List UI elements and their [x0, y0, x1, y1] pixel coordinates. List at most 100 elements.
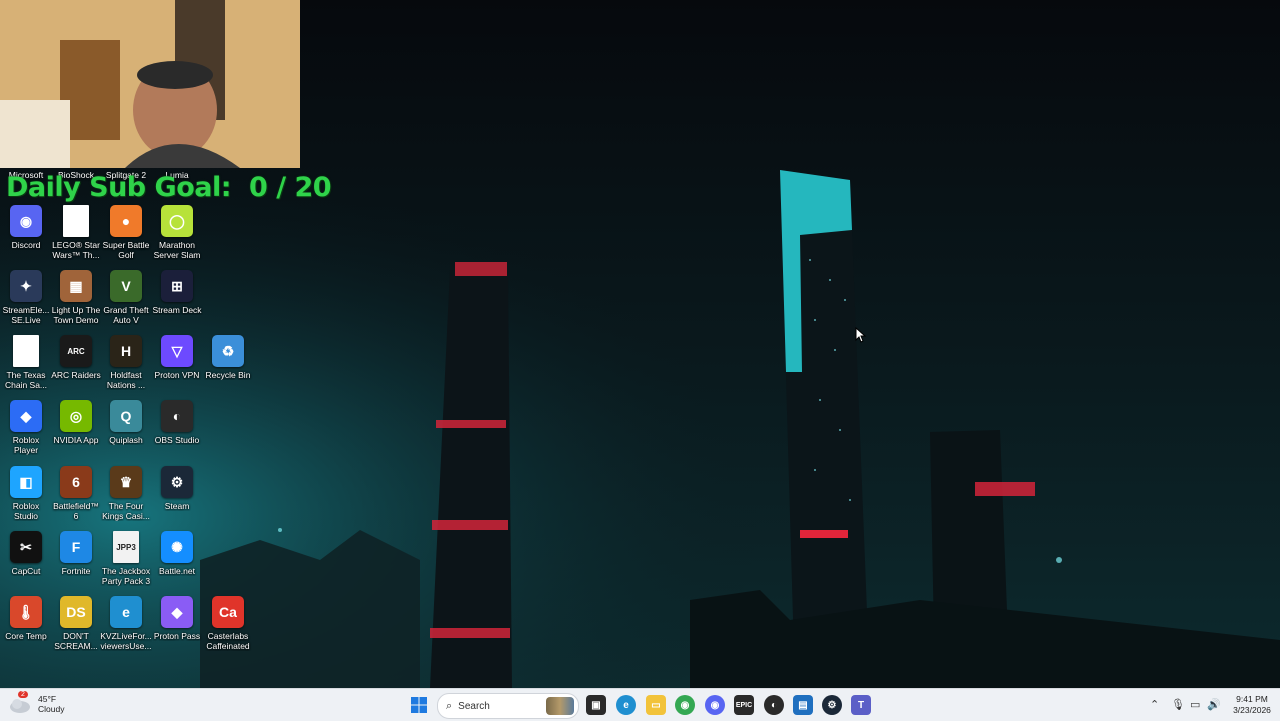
- steam-icon[interactable]: ⚙: [822, 695, 842, 715]
- weather-desc: Cloudy: [38, 704, 65, 714]
- webcam-overlay: [0, 0, 300, 168]
- file-icon: [13, 335, 39, 367]
- fortnite-icon: F: [60, 531, 92, 563]
- streamelements-icon: ✦: [10, 270, 42, 302]
- desktop-icon-label: Proton Pass: [153, 631, 201, 641]
- desktop-icon[interactable]: ARC ARC Raiders: [50, 335, 102, 380]
- dont-scream-icon: DS: [60, 596, 92, 628]
- desktop-icon[interactable]: The Texas Chain Sa...: [0, 335, 52, 390]
- desktop-icon[interactable]: 6 Battlefield™ 6: [50, 466, 102, 521]
- battlefield-icon: 6: [60, 466, 92, 498]
- desktop-icon[interactable]: JPP3 The Jackbox Party Pack 3: [100, 531, 152, 586]
- desktop-icon[interactable]: ◆ Proton Pass: [151, 596, 203, 641]
- desktop-icon-label: DON'T SCREAM...: [54, 631, 98, 651]
- battlenet-icon: ✺: [161, 531, 193, 563]
- proton-pass-icon: ◆: [161, 596, 193, 628]
- capcut-icon: ✂: [10, 531, 42, 563]
- desktop-icon-label: Core Temp: [5, 631, 47, 641]
- weather-temp: 45°F: [38, 694, 57, 704]
- desktop-icon-label: Casterlabs Caffeinated: [206, 631, 250, 651]
- mouse-cursor-icon: [855, 327, 867, 343]
- desktop-icon[interactable]: ◐ OBS Studio: [151, 400, 203, 445]
- desktop-icon[interactable]: Q Quiplash: [100, 400, 152, 445]
- marathon-icon: ◯: [161, 205, 193, 237]
- sub-goal-label: Daily Sub Goal:: [6, 172, 232, 203]
- jackbox-icon: JPP3: [113, 531, 139, 563]
- desktop-icon-label: Stream Deck: [152, 305, 202, 315]
- desktop-icon-label: Discord: [11, 240, 41, 250]
- desktop-icon[interactable]: ✂ CapCut: [0, 531, 52, 576]
- desktop-icon[interactable]: LEGO® Star Wars™ Th...: [50, 205, 102, 260]
- core-temp-icon: 🌡: [10, 596, 42, 628]
- desktop-icon[interactable]: ▦ Light Up The Town Demo: [50, 270, 102, 325]
- teams-icon[interactable]: T: [851, 695, 871, 715]
- search-placeholder: Search: [458, 700, 490, 712]
- obs-icon: ◐: [161, 400, 193, 432]
- desktop-icon[interactable]: ◉ Discord: [0, 205, 52, 250]
- microphone-icon[interactable]: 🎙: [1171, 698, 1185, 711]
- desktop-icon[interactable]: V Grand Theft Auto V: [100, 270, 152, 325]
- desktop-icon-label: Super Battle Golf: [102, 240, 150, 260]
- desktop-icon[interactable]: ▽ Proton VPN: [151, 335, 203, 380]
- desktop-icon[interactable]: Ca Casterlabs Caffeinated: [202, 596, 254, 651]
- four-kings-icon: ♛: [110, 466, 142, 498]
- roblox-icon: ◆: [10, 400, 42, 432]
- desktop-icon[interactable]: ✺ Battle.net: [151, 531, 203, 576]
- obs-icon[interactable]: ◐: [764, 695, 784, 715]
- edge-icon[interactable]: e: [616, 695, 636, 715]
- desktop-icon[interactable]: e KVZLiveFor... viewersUse...: [100, 596, 152, 651]
- desktop-icon-label: StreamEle... SE.Live: [2, 305, 50, 325]
- system-clock[interactable]: 9:41 PM 3/23/2026: [1230, 694, 1274, 716]
- desktop-icon-label: Roblox Studio: [12, 501, 40, 521]
- desktop-icon-label: Grand Theft Auto V: [103, 305, 149, 325]
- volume-icon[interactable]: 🔊: [1207, 698, 1221, 711]
- desktop-icon[interactable]: DS DON'T SCREAM...: [50, 596, 102, 651]
- desktop-icon[interactable]: H Holdfast Nations ...: [100, 335, 152, 390]
- golf-icon: ●: [110, 205, 142, 237]
- file-icon: [63, 205, 89, 237]
- desktop-icon[interactable]: ◯ Marathon Server Slam: [151, 205, 203, 260]
- chrome-icon[interactable]: ◉: [675, 695, 695, 715]
- desktop-icon[interactable]: ⚙ Steam: [151, 466, 203, 511]
- desktop-icon[interactable]: ⊞ Stream Deck: [151, 270, 203, 315]
- desktop-icon[interactable]: ● Super Battle Golf: [100, 205, 152, 260]
- desktop-icon-label: Battle.net: [159, 566, 195, 576]
- desktop-icon[interactable]: ◎ NVIDIA App: [50, 400, 102, 445]
- taskbar-search[interactable]: ⌕ Search: [437, 693, 579, 719]
- desktop-icon[interactable]: ◆ Roblox Player: [0, 400, 52, 455]
- desktop-icon-label: NVIDIA App: [53, 435, 99, 445]
- desktop-icon-label: Roblox Player: [12, 435, 40, 455]
- photos-icon[interactable]: ▤: [793, 695, 813, 715]
- weather-widget[interactable]: 2 45°F Cloudy: [8, 691, 65, 715]
- folder-icon[interactable]: ▭: [646, 695, 666, 715]
- chevron-up-icon[interactable]: ⌃: [1150, 698, 1159, 711]
- desktop-icon[interactable]: ◧ Roblox Studio: [0, 466, 52, 521]
- desktop-icon[interactable]: 🌡 Core Temp: [0, 596, 52, 641]
- discord-icon: ◉: [10, 205, 42, 237]
- windows-start-icon[interactable]: [409, 695, 429, 715]
- gta-icon: V: [110, 270, 142, 302]
- task-view-icon[interactable]: ▣: [586, 695, 606, 715]
- game-icon: ▦: [60, 270, 92, 302]
- desktop-icon-label: Fortnite: [61, 566, 91, 576]
- epic-games-icon[interactable]: EPIC: [734, 695, 754, 715]
- webcam-feed: [0, 0, 300, 168]
- desktop-icon-label: Holdfast Nations ...: [106, 370, 146, 390]
- desktop-icon-label: OBS Studio: [154, 435, 200, 445]
- weather-badge: 2: [18, 691, 28, 698]
- search-icon: ⌕: [446, 699, 453, 712]
- display-icon[interactable]: ▭: [1190, 698, 1200, 711]
- desktop-icon[interactable]: ♻ Recycle Bin: [202, 335, 254, 380]
- taskbar: 2 45°F Cloudy ⌕ Search ▣ e ▭ ◉ ◉ EPIC ◐ …: [0, 688, 1280, 721]
- desktop-icon[interactable]: ♛ The Four Kings Casi...: [100, 466, 152, 521]
- desktop-icon-label: Light Up The Town Demo: [51, 305, 101, 325]
- sub-goal-overlay: Daily Sub Goal: 0 / 20: [6, 172, 332, 203]
- desktop-icon[interactable]: ✦ StreamEle... SE.Live: [0, 270, 52, 325]
- search-highlight-image: [546, 697, 574, 715]
- stream-deck-icon: ⊞: [161, 270, 193, 302]
- discord-icon[interactable]: ◉: [705, 695, 725, 715]
- desktop-icon[interactable]: F Fortnite: [50, 531, 102, 576]
- cloud-icon: 2: [8, 691, 32, 715]
- recycle-bin-icon: ♻: [212, 335, 244, 367]
- holdfast-icon: H: [110, 335, 142, 367]
